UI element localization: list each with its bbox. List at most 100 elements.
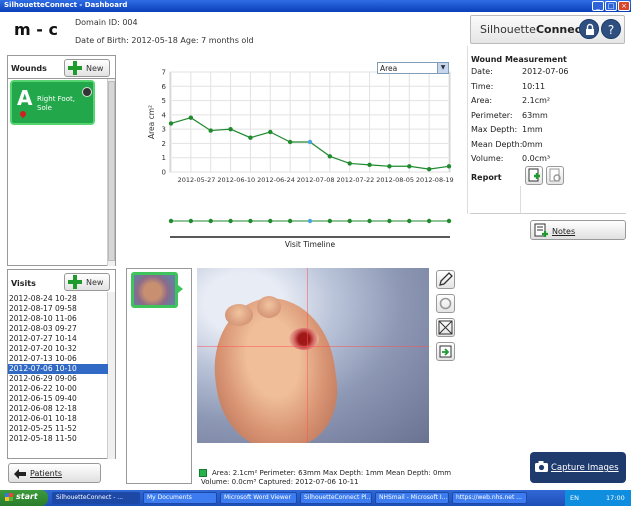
visits-title: Visits	[11, 279, 36, 288]
language-indicator[interactable]: EN	[570, 494, 579, 502]
create-report-button[interactable]	[525, 166, 543, 185]
visit-item[interactable]: 2012-08-03 09-27	[8, 324, 108, 334]
data-point[interactable]	[426, 166, 432, 172]
start-button[interactable]: start	[0, 490, 48, 506]
measurement-value: 0.0cm³	[522, 154, 551, 163]
taskbar-item[interactable]: My Documents	[143, 492, 217, 504]
wound-photo[interactable]	[197, 268, 429, 443]
timeline-point[interactable]	[268, 218, 273, 224]
data-point[interactable]	[287, 139, 293, 145]
view-report-button[interactable]	[546, 166, 564, 185]
image-thumbnail-panel	[126, 268, 192, 484]
visit-item[interactable]: 2012-08-10 11-06	[8, 314, 108, 324]
measurement-value: 10:11	[522, 81, 546, 91]
measurement-label: Time:	[471, 81, 494, 91]
camera-icon	[535, 461, 548, 472]
visit-item[interactable]: 2012-07-13 10-06	[8, 354, 108, 364]
visit-item[interactable]: 2012-08-24 10-28	[8, 294, 108, 304]
timeline-point[interactable]	[248, 218, 253, 224]
image-capture-info: Volume: 0.0cm³ Captured: 2012-07-06 10-1…	[201, 478, 359, 486]
lock-icon[interactable]	[579, 19, 599, 39]
visit-item[interactable]: 2012-06-22 10-00	[8, 384, 108, 394]
patient-name: m - c	[14, 20, 58, 39]
minimize-button[interactable]: _	[592, 1, 604, 11]
y-tick-label: 1	[162, 154, 166, 162]
taskbar-item[interactable]: https://web.nhs.net ...	[452, 492, 527, 504]
help-icon[interactable]: ?	[601, 19, 621, 39]
data-point[interactable]	[188, 115, 194, 120]
data-point[interactable]	[268, 129, 273, 135]
data-point[interactable]	[367, 162, 372, 168]
draw-outline-button[interactable]	[436, 270, 455, 289]
domain-id: Domain ID: 004	[75, 18, 138, 27]
timeline-point[interactable]	[208, 218, 213, 224]
timeline-point[interactable]	[426, 218, 432, 224]
timeline-point[interactable]	[327, 218, 333, 224]
toe	[225, 304, 253, 326]
timeline-point[interactable]	[228, 218, 233, 224]
visit-item[interactable]: 2012-06-01 10-18	[8, 414, 108, 424]
divider	[467, 46, 468, 214]
wound-settings-icon[interactable]	[82, 87, 92, 97]
visit-item[interactable]: 2012-06-15 09-40	[8, 394, 108, 404]
data-point[interactable]	[327, 154, 333, 159]
timeline-point[interactable]	[168, 218, 174, 224]
measure-icon	[438, 320, 453, 335]
new-visit-button[interactable]: New	[64, 273, 110, 291]
erase-outline-button[interactable]	[436, 294, 455, 313]
capture-images-button[interactable]: Capture Images	[530, 452, 626, 483]
data-point[interactable]	[446, 164, 452, 169]
visit-item[interactable]: 2012-05-25 11-52	[8, 424, 108, 434]
visit-item[interactable]: 2012-06-08 12-18	[8, 404, 108, 414]
wound-card-a[interactable]: A Right Foot, Sole	[10, 80, 95, 125]
maximize-button[interactable]: □	[605, 1, 617, 11]
timeline-point[interactable]	[287, 218, 293, 224]
data-point[interactable]	[387, 164, 392, 169]
logo-prefix: Silhouette	[480, 23, 536, 36]
taskbar-item[interactable]: NHSmail - Microsoft I...	[375, 492, 449, 504]
visit-item[interactable]: 2012-05-18 11-50	[8, 434, 108, 444]
metric-select[interactable]: Area ▼	[377, 62, 449, 74]
export-image-button[interactable]	[436, 342, 455, 361]
data-point[interactable]	[407, 164, 412, 169]
visit-item[interactable]: 2012-08-17 09-58	[8, 304, 108, 314]
timeline-point[interactable]	[188, 218, 194, 224]
y-tick-label: 4	[162, 111, 167, 119]
data-point[interactable]	[168, 121, 174, 126]
visit-item[interactable]: 2012-07-27 10-14	[8, 334, 108, 344]
data-point[interactable]	[307, 139, 313, 145]
taskbar-item[interactable]: SilhouetteConnect Pl...	[300, 492, 372, 504]
data-point[interactable]	[248, 135, 253, 140]
timeline-point[interactable]	[446, 218, 452, 224]
x-tick-label: 2012-06-24	[257, 176, 295, 184]
y-tick-label: 7	[162, 69, 166, 77]
data-point[interactable]	[228, 126, 233, 132]
new-wound-button[interactable]: New	[64, 59, 110, 77]
timeline-point[interactable]	[387, 218, 392, 224]
notes-button[interactable]: Notes	[530, 220, 626, 240]
visit-item[interactable]: 2012-07-06 10-10	[8, 364, 108, 374]
taskbar-item[interactable]: SilhouetteConnect - ...	[52, 492, 140, 504]
taskbar-item[interactable]: Microsoft Word Viewer	[220, 492, 297, 504]
patients-button[interactable]: Patients	[8, 463, 101, 483]
visits-scrollbar[interactable]	[107, 292, 115, 459]
data-point[interactable]	[347, 161, 352, 166]
scroll-thumb[interactable]	[108, 81, 115, 261]
timeline-point[interactable]	[347, 218, 352, 224]
data-point[interactable]	[208, 128, 213, 133]
wounds-scrollbar[interactable]	[107, 79, 115, 266]
measurement-label: Mean Depth:	[471, 139, 523, 149]
report-label: Report	[471, 173, 502, 182]
close-button[interactable]: ×	[618, 1, 630, 11]
timeline-point[interactable]	[367, 218, 372, 224]
measurement-value: 2012-07-06	[522, 67, 569, 76]
area-chart[interactable]: 012345672012-05-27 2012-06-10 2012-06-24 20…	[140, 62, 460, 254]
wound-image-thumbnail[interactable]	[131, 272, 178, 308]
visit-item[interactable]: 2012-06-29 09-06	[8, 374, 108, 384]
system-tray: EN 17:00	[565, 490, 631, 506]
visit-item[interactable]: 2012-07-20 10-32	[8, 344, 108, 354]
timeline-point[interactable]	[407, 218, 412, 224]
measure-button[interactable]	[436, 318, 455, 337]
patients-label: Patients	[30, 469, 63, 478]
timeline-point[interactable]	[307, 218, 313, 224]
